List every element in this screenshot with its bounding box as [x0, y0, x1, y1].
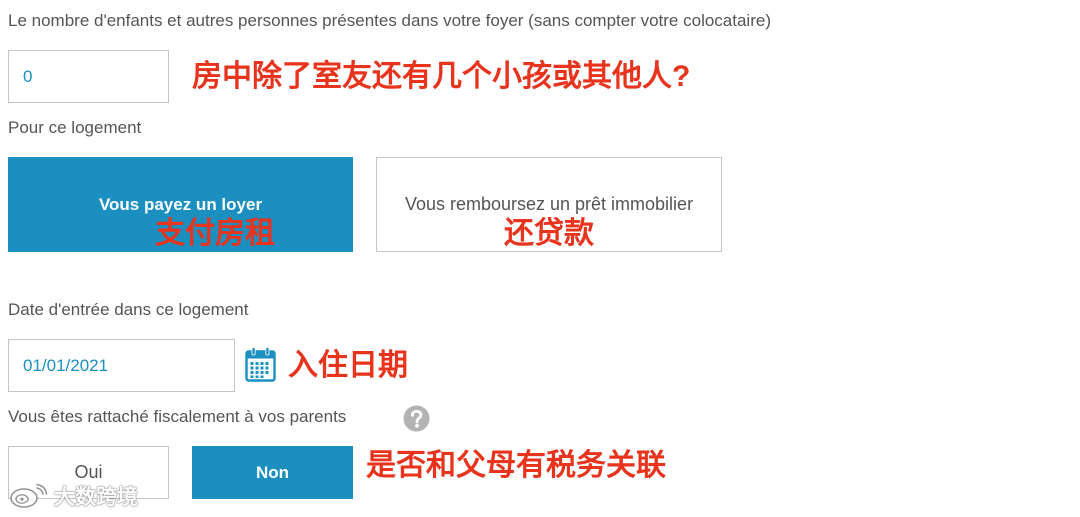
annotation-move-in-date: 入住日期	[288, 349, 408, 382]
household-label: Le nombre d'enfants et autres personnes …	[8, 11, 771, 30]
watermark: 大数跨境	[8, 482, 138, 510]
tax-no-button[interactable]: Non	[192, 446, 353, 499]
watermark-logo-icon	[10, 483, 48, 508]
watermark-text: 大数跨境	[54, 486, 138, 509]
loan-option-label: Vous remboursez un prêt immobilier	[404, 194, 694, 214]
calendar-icon[interactable]	[245, 347, 276, 382]
annotation-rent: 支付房租	[155, 217, 275, 250]
annotation-loan: 还贷款	[504, 217, 594, 250]
annotation-household: 房中除了室友还有几个小孩或其他人?	[192, 60, 691, 93]
annotation-tax-attachment: 是否和父母有税务关联	[366, 449, 666, 482]
housing-label: Pour ce logement	[8, 118, 142, 137]
move-in-date-input[interactable]	[8, 339, 235, 392]
household-count-input[interactable]	[8, 50, 169, 103]
rent-option-label: Vous payez un loyer	[98, 194, 263, 214]
move-in-date-label: Date d'entrée dans ce logement	[8, 300, 249, 319]
tax-attachment-label: Vous êtes rattaché fiscalement à vos par…	[8, 407, 347, 426]
tax-yes-label: Oui	[74, 462, 103, 482]
help-icon[interactable]	[403, 405, 430, 432]
tax-no-label: Non	[255, 462, 290, 482]
